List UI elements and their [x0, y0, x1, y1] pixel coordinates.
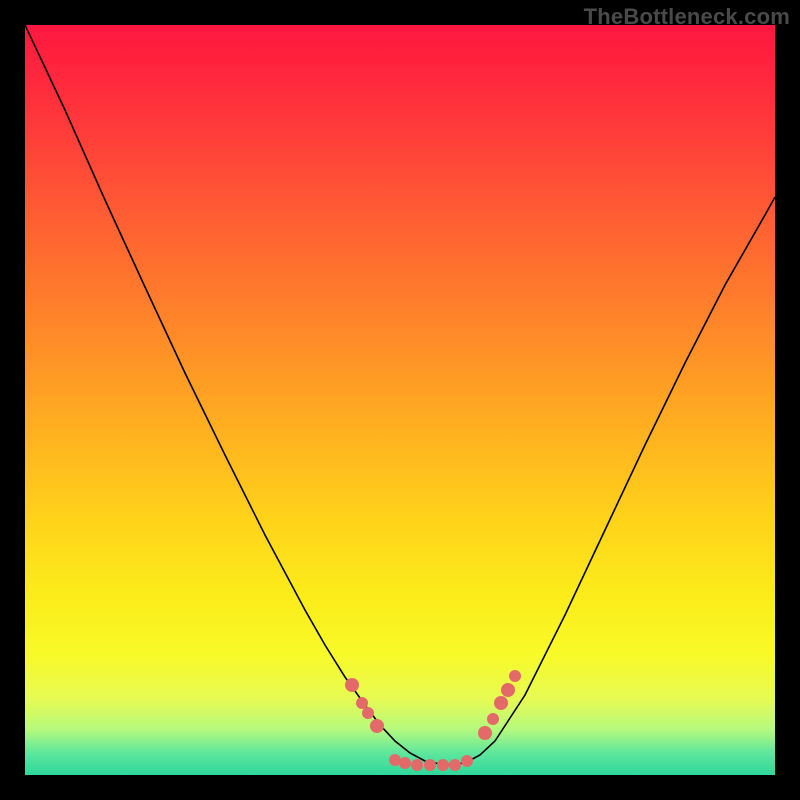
chart-svg	[25, 25, 775, 775]
marker-dot	[399, 757, 411, 769]
chart-area	[25, 25, 775, 775]
v-curve-line	[25, 25, 775, 765]
marker-dot	[478, 726, 492, 740]
marker-dot	[345, 678, 359, 692]
marker-dot	[494, 696, 508, 710]
marker-dot	[356, 697, 368, 709]
marker-dot	[437, 759, 449, 771]
marker-dot	[362, 707, 374, 719]
marker-dot	[509, 670, 521, 682]
marker-dot	[501, 683, 515, 697]
marker-dot	[487, 713, 499, 725]
marker-dot	[461, 755, 473, 767]
marker-dot	[370, 719, 384, 733]
watermark-text: TheBottleneck.com	[584, 4, 790, 30]
marker-group	[345, 670, 521, 771]
marker-dot	[424, 759, 436, 771]
marker-dot	[449, 759, 461, 771]
marker-dot	[411, 759, 423, 771]
